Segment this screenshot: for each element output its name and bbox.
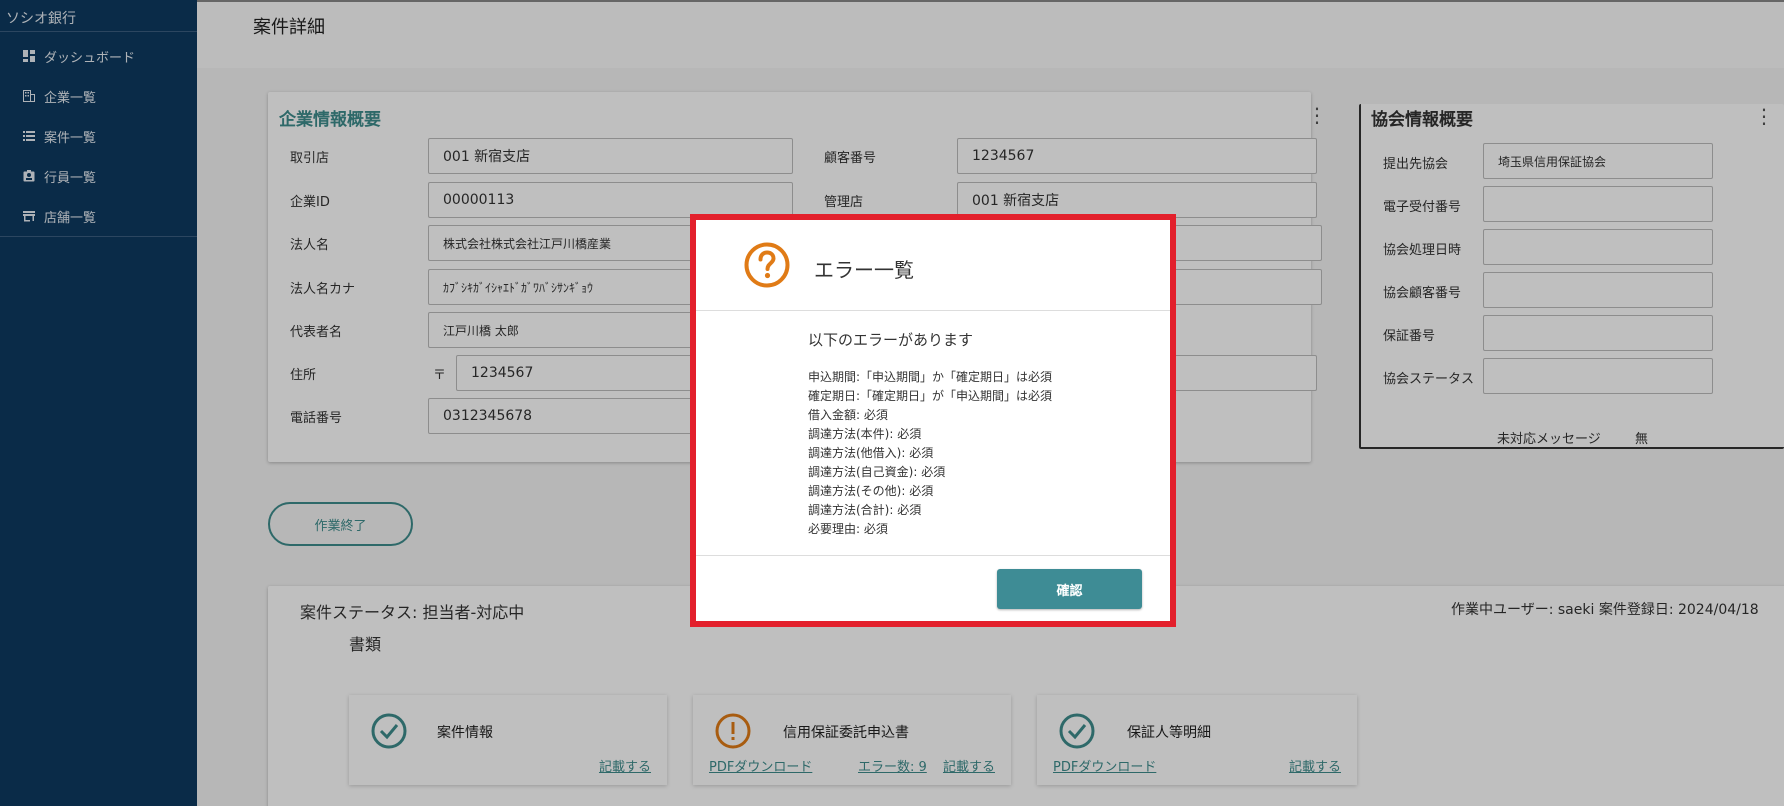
dialog-title: エラー一覧 (814, 258, 914, 282)
error-item: 調達方法(合計): 必須 (808, 503, 922, 517)
error-item: 調達方法(他借入): 必須 (808, 446, 934, 460)
error-list-dialog: エラー一覧 以下のエラーがあります 申込期間:「申込期間」か「確定期日」は必須 … (690, 214, 1176, 627)
question-circle-icon (744, 242, 790, 288)
dialog-header: エラー一覧 (696, 220, 1170, 311)
error-item: 調達方法(本件): 必須 (808, 427, 922, 441)
error-item: 調達方法(自己資金): 必須 (808, 465, 946, 479)
error-item: 必要理由: 必須 (808, 522, 888, 536)
error-item: 確定期日:「確定期日」が「申込期間」は必須 (808, 389, 1053, 403)
dialog-body: 以下のエラーがあります 申込期間:「申込期間」か「確定期日」は必須 確定期日:「… (696, 311, 1170, 556)
error-list: 申込期間:「申込期間」か「確定期日」は必須 確定期日:「確定期日」が「申込期間」… (808, 368, 1052, 539)
dialog-intro: 以下のエラーがあります (808, 331, 974, 349)
error-item: 申込期間:「申込期間」か「確定期日」は必須 (808, 370, 1053, 384)
error-item: 調達方法(その他): 必須 (808, 484, 934, 498)
confirm-button[interactable]: 確認 (997, 569, 1142, 609)
error-item: 借入金額: 必須 (808, 408, 888, 422)
